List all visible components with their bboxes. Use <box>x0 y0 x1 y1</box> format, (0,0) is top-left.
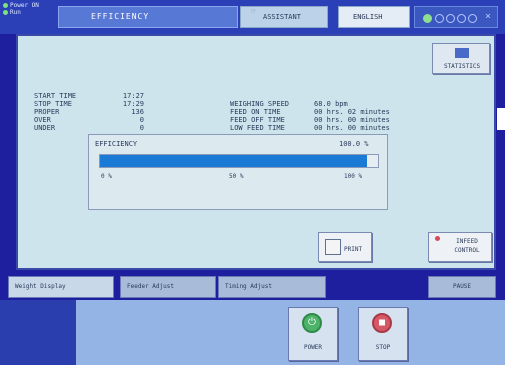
info-row-feed-off-time: FEED OFF TIME 00 hrs. 00 minutes <box>230 116 390 124</box>
status-light-icon <box>423 14 432 23</box>
assistant-button[interactable]: ♡ ASSISTANT <box>240 6 328 28</box>
main-panel: STATISTICS START TIME 17:27 STOP TIME 17:2… <box>16 34 496 270</box>
infeed-control-label: INFEED CONTROL <box>454 238 480 254</box>
page-title: EFFICIENCY <box>58 6 238 28</box>
power-icon: ⏻ <box>302 313 322 333</box>
status-indicators: × <box>414 6 498 28</box>
tab-bar: Weight Display Feeder Adjust Timing Adju… <box>0 276 505 298</box>
efficiency-panel: EFFICIENCY 100.0 % 0 % 50 % 100 % <box>88 134 388 210</box>
language-select[interactable]: ENGLISH <box>338 6 410 28</box>
assistant-icon: ♡ <box>251 8 256 16</box>
stop-button[interactable]: ■ STOP <box>358 307 408 361</box>
efficiency-bar-fill <box>100 155 367 167</box>
info-row-low-feed-time: LOW FEED TIME 00 hrs. 00 minutes <box>230 124 390 132</box>
tab-timing-adjust[interactable]: Timing Adjust <box>218 276 326 298</box>
tab-weight-display[interactable]: Weight Display <box>8 276 114 298</box>
statistics-label: STATISTICS <box>443 63 481 70</box>
statistics-icon <box>455 48 469 58</box>
info-right: WEIGHING SPEED 68.0 bpm FEED ON TIME 00 hr… <box>230 100 434 132</box>
info-left: START TIME 17:27 STOP TIME 17:29 PROPER 136… <box>34 92 144 132</box>
efficiency-scale-mid: 50 % <box>229 173 244 180</box>
power-button[interactable]: ⏻ POWER <box>288 307 338 361</box>
print-label: PRINT <box>344 246 363 253</box>
efficiency-bar <box>99 154 379 168</box>
print-button[interactable]: PRINT <box>318 232 372 262</box>
close-icon[interactable]: × <box>485 11 491 22</box>
status-light-icon <box>468 14 477 23</box>
info-row-feed-on-time: FEED ON TIME 00 hrs. 02 minutes <box>230 108 390 116</box>
info-row-over: OVER 0 <box>34 116 144 124</box>
power-status: Power ON Run <box>3 2 39 16</box>
infeed-indicator-icon <box>435 236 440 241</box>
tab-feeder-adjust[interactable]: Feeder Adjust <box>120 276 216 298</box>
info-row-proper: PROPER 136 <box>34 108 144 116</box>
run-label: Run <box>10 9 21 16</box>
efficiency-label: EFFICIENCY <box>95 140 138 148</box>
stop-icon: ■ <box>372 313 392 333</box>
power-label: Power ON <box>10 2 39 9</box>
power-led-icon <box>3 3 8 8</box>
status-light-icon <box>457 14 466 23</box>
stop-label: STOP <box>375 344 391 351</box>
efficiency-scale-min: 0 % <box>101 173 112 180</box>
info-row-start-time: START TIME 17:27 <box>34 92 144 100</box>
status-light-icon <box>435 14 444 23</box>
info-row-under: UNDER 0 <box>34 124 144 132</box>
efficiency-value: 100.0 % <box>339 140 369 148</box>
pause-button[interactable]: PAUSE <box>428 276 496 298</box>
status-light-icon <box>446 14 455 23</box>
run-led-icon <box>3 10 8 15</box>
info-row-weighing-speed: WEIGHING SPEED 68.0 bpm <box>230 100 348 108</box>
edge-highlight <box>497 108 505 130</box>
statistics-button[interactable]: STATISTICS <box>432 43 490 74</box>
info-row-stop-time: STOP TIME 17:29 <box>34 100 144 108</box>
efficiency-scale-max: 100 % <box>344 173 363 180</box>
power-label-button: POWER <box>303 344 323 351</box>
printer-icon <box>325 239 341 255</box>
assistant-label: ASSISTANT <box>263 13 301 21</box>
infeed-control-button[interactable]: INFEED CONTROL <box>428 232 492 262</box>
